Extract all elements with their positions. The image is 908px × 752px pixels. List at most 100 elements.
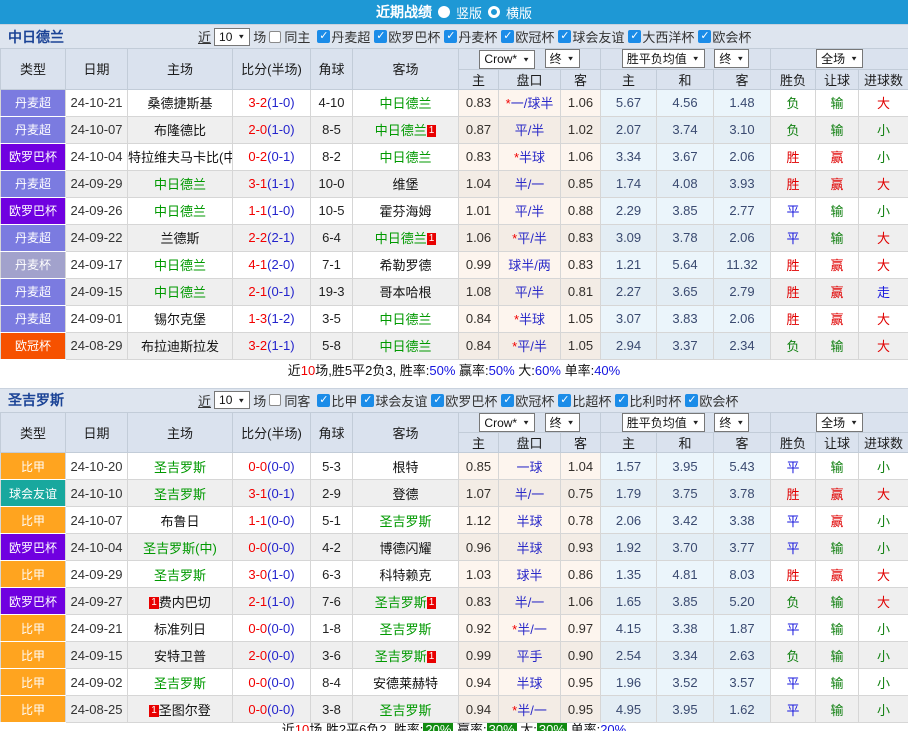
away-team[interactable]: 圣吉罗斯 — [353, 507, 459, 534]
horizontal-radio-icon[interactable] — [488, 6, 500, 18]
team-name[interactable]: 桑德捷斯基 — [147, 96, 212, 111]
team-name[interactable]: 霍芬海姆 — [379, 204, 431, 219]
league-filter-checkbox[interactable] — [558, 394, 571, 407]
handicap-final-select[interactable]: 终▼ — [545, 413, 580, 432]
team-name[interactable]: 圣吉罗斯(中) — [143, 541, 217, 556]
away-team[interactable]: 哥本哈根 — [353, 278, 459, 305]
team-name[interactable]: 圣吉罗斯 — [154, 487, 206, 502]
team-name[interactable]: 中日德兰 — [154, 204, 206, 219]
league-filter-checkbox[interactable] — [501, 30, 514, 43]
league-filter-checkbox[interactable] — [615, 394, 628, 407]
away-team[interactable]: 希勒罗德 — [353, 251, 459, 278]
home-team[interactable]: 标准列日 — [128, 615, 233, 642]
away-team[interactable]: 维堡 — [353, 170, 459, 197]
away-team[interactable]: 安德莱赫特 — [353, 669, 459, 696]
home-team[interactable]: 兰德斯 — [128, 224, 233, 251]
europe-final-select[interactable]: 终▼ — [714, 49, 749, 68]
odds-company-select[interactable]: Crow*▼ — [479, 413, 535, 432]
team-name[interactable]: 圣吉罗斯 — [154, 460, 206, 475]
europe-final-select[interactable]: 终▼ — [714, 413, 749, 432]
team-name[interactable]: 安德莱赫特 — [373, 676, 438, 691]
away-team[interactable]: 中日德兰 — [353, 332, 459, 359]
away-team[interactable]: 中日德兰1 — [353, 116, 459, 143]
recent-link[interactable]: 近 — [198, 27, 211, 46]
league-filter-checkbox[interactable] — [374, 30, 387, 43]
home-team[interactable]: 圣吉罗斯 — [128, 480, 233, 507]
team-name[interactable]: 哥本哈根 — [379, 285, 431, 300]
away-team[interactable]: 登德 — [353, 480, 459, 507]
home-team[interactable]: 中日德兰 — [128, 251, 233, 278]
team-name[interactable]: 根特 — [392, 460, 418, 475]
full-match-select[interactable]: 全场▼ — [816, 49, 863, 68]
team-name[interactable]: 圣吉罗斯 — [154, 568, 206, 583]
home-team[interactable]: 1圣图尔登 — [128, 696, 233, 723]
away-team[interactable]: 圣吉罗斯 — [353, 615, 459, 642]
team-name[interactable]: 圣吉罗斯 — [375, 595, 427, 610]
team-name[interactable]: 布拉迪斯拉发 — [141, 339, 219, 354]
team-name[interactable]: 圣吉罗斯 — [379, 514, 431, 529]
team-name[interactable]: 兰德斯 — [160, 231, 199, 246]
league-filter-checkbox[interactable] — [431, 394, 444, 407]
odds-company-select[interactable]: Crow*▼ — [479, 50, 535, 69]
team-name[interactable]: 特拉维夫马卡比(中) — [128, 150, 233, 165]
team-name[interactable]: 中日德兰 — [154, 285, 206, 300]
league-filter-checkbox[interactable] — [317, 394, 330, 407]
team-name[interactable]: 布鲁日 — [160, 514, 199, 529]
home-team[interactable]: 中日德兰 — [128, 278, 233, 305]
team-name[interactable]: 布隆德比 — [154, 123, 206, 138]
team-name[interactable]: 中日德兰 — [379, 339, 431, 354]
vertical-label[interactable]: 竖版 — [456, 3, 482, 22]
home-team[interactable]: 桑德捷斯基 — [128, 89, 233, 116]
away-team[interactable]: 霍芬海姆 — [353, 197, 459, 224]
league-filter-checkbox[interactable] — [361, 394, 374, 407]
team-name[interactable]: 标准列日 — [154, 622, 206, 637]
team-name[interactable]: 中日德兰 — [379, 312, 431, 327]
team-name[interactable]: 中日德兰 — [154, 258, 206, 273]
team-name[interactable]: 费内巴切 — [159, 595, 211, 610]
team-name[interactable]: 中日德兰 — [154, 177, 206, 192]
away-team[interactable]: 中日德兰 — [353, 89, 459, 116]
home-team[interactable]: 布鲁日 — [128, 507, 233, 534]
away-team[interactable]: 中日德兰 — [353, 305, 459, 332]
europe-odds-select[interactable]: 胜平负均值▼ — [622, 413, 705, 432]
home-team[interactable]: 中日德兰 — [128, 197, 233, 224]
league-filter-checkbox[interactable] — [685, 394, 698, 407]
team-name[interactable]: 中日德兰 — [379, 96, 431, 111]
home-team[interactable]: 布拉迪斯拉发 — [128, 332, 233, 359]
team-name[interactable]: 圣吉罗斯 — [154, 676, 206, 691]
away-team[interactable]: 圣吉罗斯1 — [353, 642, 459, 669]
team-name[interactable]: 登德 — [392, 487, 418, 502]
away-team[interactable]: 根特 — [353, 453, 459, 480]
home-team[interactable]: 圣吉罗斯 — [128, 561, 233, 588]
home-team[interactable]: 圣吉罗斯(中) — [128, 534, 233, 561]
recent-count-select[interactable]: 10▼ — [214, 28, 250, 46]
team-name[interactable]: 圣吉罗斯 — [379, 703, 431, 718]
league-filter-checkbox[interactable] — [558, 30, 571, 43]
recent-link[interactable]: 近 — [198, 391, 211, 410]
horizontal-label[interactable]: 横版 — [506, 3, 532, 22]
home-team[interactable]: 特拉维夫马卡比(中) — [128, 143, 233, 170]
vertical-radio-icon[interactable] — [438, 6, 450, 18]
league-filter-checkbox[interactable] — [501, 394, 514, 407]
away-team[interactable]: 博德闪耀 — [353, 534, 459, 561]
team-name[interactable]: 中日德兰 — [375, 231, 427, 246]
team-name[interactable]: 锡尔克堡 — [154, 312, 206, 327]
team-name[interactable]: 圣吉罗斯 — [379, 622, 431, 637]
full-match-select[interactable]: 全场▼ — [816, 413, 863, 432]
home-team[interactable]: 布隆德比 — [128, 116, 233, 143]
team-name[interactable]: 维堡 — [392, 177, 418, 192]
home-team[interactable]: 圣吉罗斯 — [128, 453, 233, 480]
away-team[interactable]: 圣吉罗斯 — [353, 696, 459, 723]
away-team[interactable]: 中日德兰 — [353, 143, 459, 170]
team-name[interactable]: 中日德兰 — [375, 123, 427, 138]
home-team[interactable]: 圣吉罗斯 — [128, 669, 233, 696]
team-name[interactable]: 希勒罗德 — [379, 258, 431, 273]
home-team[interactable]: 锡尔克堡 — [128, 305, 233, 332]
team-name[interactable]: 圣吉罗斯 — [375, 649, 427, 664]
same-venue-checkbox[interactable] — [269, 394, 281, 406]
team-name[interactable]: 中日德兰 — [379, 150, 431, 165]
home-team[interactable]: 中日德兰 — [128, 170, 233, 197]
team-name[interactable]: 科特赖克 — [379, 568, 431, 583]
team-name[interactable]: 圣图尔登 — [159, 703, 211, 718]
league-filter-checkbox[interactable] — [698, 30, 711, 43]
